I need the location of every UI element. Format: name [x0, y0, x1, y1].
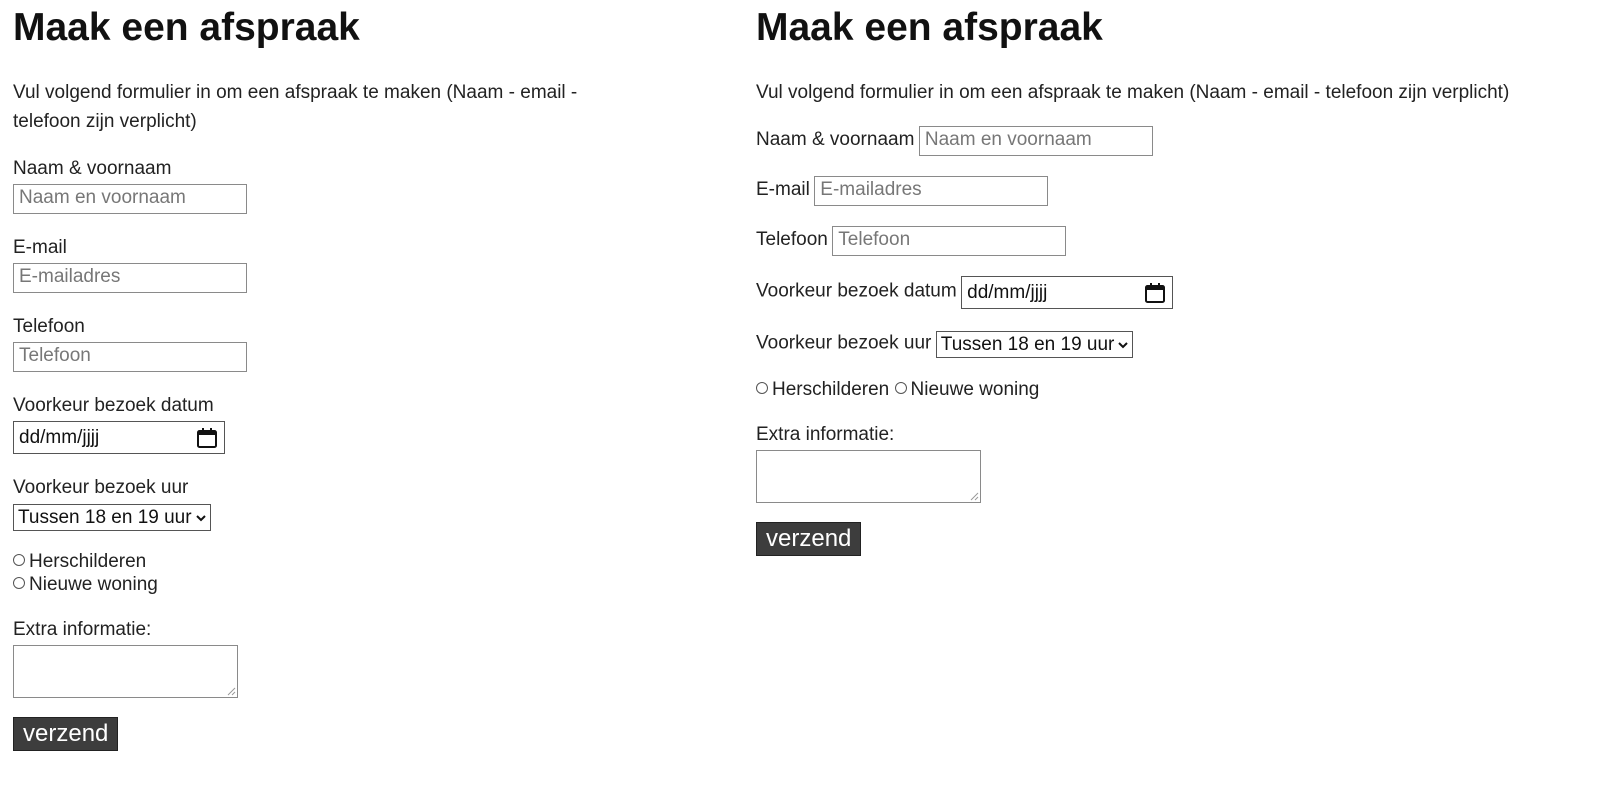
calendar-icon[interactable]	[196, 427, 218, 449]
extra-info-label: Extra informatie:	[13, 619, 152, 640]
date-label: Voorkeur bezoek datum	[13, 395, 214, 416]
extra-info-textarea[interactable]	[13, 645, 238, 698]
resize-grip-icon[interactable]	[969, 491, 979, 501]
radio-option-herschilderen[interactable]: Herschilderen	[13, 550, 146, 573]
date-value: dd/mm/jjjj	[19, 426, 100, 448]
radio-option-label: Herschilderen	[29, 551, 147, 572]
radio-option-label: Nieuwe woning	[29, 574, 158, 595]
time-label: Voorkeur bezoek uur	[13, 477, 189, 498]
radio-unchecked-icon[interactable]	[13, 554, 25, 566]
resize-grip-icon[interactable]	[226, 686, 236, 696]
name-label: Naam & voornaam	[756, 129, 915, 151]
page-title: Maak een afspraak	[13, 6, 360, 49]
email-input[interactable]: E-mailadres	[13, 263, 247, 293]
phone-row: Telefoon Telefoon	[756, 226, 1067, 256]
email-input[interactable]: E-mailadres	[814, 176, 1049, 206]
time-label: Voorkeur bezoek uur	[756, 332, 932, 354]
name-label: Naam & voornaam	[13, 158, 172, 179]
date-row: Voorkeur bezoek datum dd/mm/jjjj	[756, 276, 1174, 309]
email-label: E-mail	[756, 179, 810, 201]
radio-unchecked-icon[interactable]	[756, 382, 768, 394]
name-input[interactable]: Naam en voornaam	[918, 126, 1153, 156]
radio-option-label: Nieuwe woning	[910, 379, 1040, 400]
submit-button[interactable]: verzend	[13, 717, 119, 751]
time-select-value: Tussen 18 en 19 uur	[940, 333, 1115, 355]
date-input[interactable]: dd/mm/jjjj	[13, 421, 225, 454]
radio-unchecked-icon[interactable]	[894, 382, 907, 394]
extra-info-textarea[interactable]	[756, 450, 981, 503]
radio-option-nieuwe-woning[interactable]: Nieuwe woning	[894, 379, 1040, 400]
time-select[interactable]: Tussen 18 en 19 uur	[13, 504, 211, 531]
radio-unchecked-icon[interactable]	[13, 577, 25, 589]
radio-option-label: Herschilderen	[772, 379, 890, 400]
chevron-down-icon	[1118, 341, 1129, 348]
form-stacked-layout: Maak een afspraak Vul volgend formulier …	[13, 0, 633, 751]
time-select[interactable]: Tussen 18 en 19 uur	[935, 331, 1134, 358]
name-row: Naam & voornaam Naam en voornaam	[756, 126, 1153, 156]
email-row: E-mail E-mailadres	[756, 176, 1049, 206]
calendar-icon[interactable]	[1144, 282, 1166, 304]
form-inline-layout: Maak een afspraak Vul volgend formulier …	[756, 0, 1596, 556]
intro-text: Vul volgend formulier in om een afspraak…	[756, 82, 1510, 103]
date-value: dd/mm/jjjj	[967, 281, 1048, 303]
radio-group: Herschilderen Nieuwe woning	[756, 378, 1039, 401]
email-label: E-mail	[13, 237, 67, 258]
time-select-value: Tussen 18 en 19 uur	[18, 506, 192, 528]
submit-button[interactable]: verzend	[756, 522, 862, 556]
page-title: Maak een afspraak	[756, 6, 1103, 49]
date-label: Voorkeur bezoek datum	[756, 280, 957, 302]
phone-label: Telefoon	[756, 229, 828, 251]
intro-text: Vul volgend formulier in om een afspraak…	[13, 82, 578, 132]
phone-input[interactable]: Telefoon	[13, 342, 247, 372]
chevron-down-icon	[195, 514, 206, 521]
time-row: Voorkeur bezoek uur Tussen 18 en 19 uur	[756, 331, 1134, 358]
phone-input[interactable]: Telefoon	[832, 226, 1067, 256]
name-input[interactable]: Naam en voornaam	[13, 184, 247, 214]
phone-label: Telefoon	[13, 316, 85, 337]
date-input[interactable]: dd/mm/jjjj	[961, 276, 1174, 309]
radio-option-herschilderen[interactable]: Herschilderen	[756, 379, 889, 400]
radio-option-nieuwe-woning[interactable]: Nieuwe woning	[13, 573, 158, 596]
extra-info-label: Extra informatie:	[756, 424, 895, 445]
